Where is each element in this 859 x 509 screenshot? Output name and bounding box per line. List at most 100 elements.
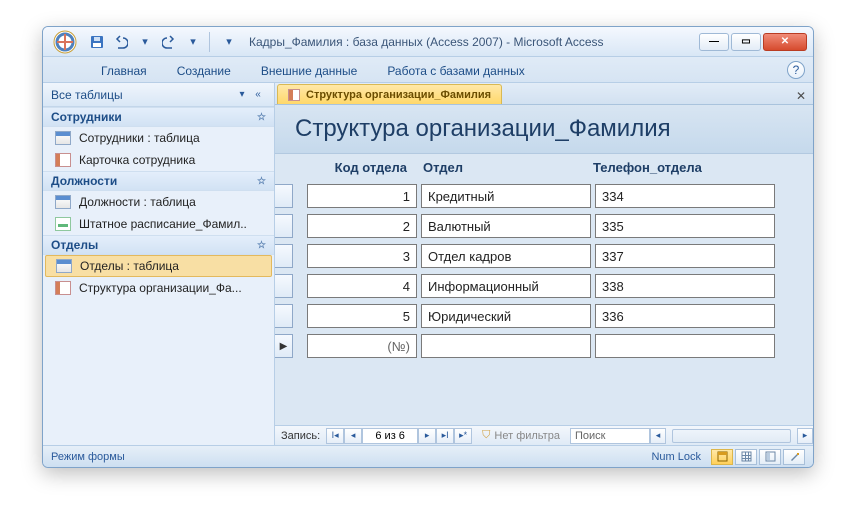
ribbon-tabs: Главная Создание Внешние данные Работа с… bbox=[43, 57, 813, 83]
content-area: Все таблицы ▾ « Сотрудники☆ Сотрудники :… bbox=[43, 83, 813, 445]
record-nav-label: Запись: bbox=[275, 430, 326, 442]
nav-group-label: Должности bbox=[51, 174, 117, 188]
nav-pane-title: Все таблицы bbox=[51, 88, 234, 102]
hscroll-left-button[interactable]: ◂ bbox=[650, 428, 666, 444]
first-record-button[interactable]: I◂ bbox=[326, 428, 344, 444]
record-counter[interactable]: 6 из 6 bbox=[362, 428, 418, 444]
maximize-button[interactable]: ▭ bbox=[731, 33, 761, 51]
report-icon bbox=[55, 217, 71, 231]
nav-item-employees-table[interactable]: Сотрудники : таблица bbox=[43, 127, 274, 149]
nav-group-positions[interactable]: Должности ☆ bbox=[43, 171, 274, 191]
new-record-button[interactable]: ▸* bbox=[454, 428, 472, 444]
status-mode: Режим формы bbox=[51, 451, 125, 463]
cell-dept[interactable]: Валютный bbox=[421, 214, 591, 238]
table-icon bbox=[55, 195, 71, 209]
record-row: 3 Отдел кадров 337 bbox=[275, 241, 813, 271]
nav-item-label: Сотрудники : таблица bbox=[79, 131, 200, 145]
filter-label: Нет фильтра bbox=[494, 430, 560, 442]
record-row: 5 Юридический 336 bbox=[275, 301, 813, 331]
cell-dept[interactable]: Информационный bbox=[421, 274, 591, 298]
record-selector-current[interactable]: ▶ bbox=[275, 334, 293, 358]
cell-code[interactable]: 1 bbox=[307, 184, 417, 208]
document-tab-label: Структура организации_Фамилия bbox=[306, 89, 491, 101]
layout-view-button[interactable] bbox=[759, 449, 781, 465]
nav-item-label: Должности : таблица bbox=[79, 195, 196, 209]
cell-code-new[interactable]: (№) bbox=[307, 334, 417, 358]
table-icon bbox=[55, 131, 71, 145]
form-title: Структура организации_Фамилия bbox=[275, 105, 813, 154]
undo-more-button[interactable]: ▾ bbox=[135, 32, 155, 52]
window-controls: — ▭ ✕ bbox=[699, 33, 807, 51]
table-icon bbox=[56, 259, 72, 273]
cell-code[interactable]: 2 bbox=[307, 214, 417, 238]
form-view-button[interactable] bbox=[711, 449, 733, 465]
app-window: ▾ ▾ ▾ Кадры_Фамилия : база данных (Acces… bbox=[42, 26, 814, 468]
hscroll-right-button[interactable]: ▸ bbox=[797, 428, 813, 444]
cell-phone-new[interactable] bbox=[595, 334, 775, 358]
save-button[interactable] bbox=[87, 32, 107, 52]
datasheet-view-button[interactable] bbox=[735, 449, 757, 465]
hscroll-track[interactable] bbox=[672, 429, 791, 443]
cell-dept[interactable]: Кредитный bbox=[421, 184, 591, 208]
window-title: Кадры_Фамилия : база данных (Access 2007… bbox=[249, 35, 699, 49]
record-selector[interactable] bbox=[275, 274, 293, 298]
ribbon-tab-dbtools[interactable]: Работа с базами данных bbox=[381, 60, 530, 82]
undo-button[interactable] bbox=[111, 32, 131, 52]
nav-item-org-structure-form[interactable]: Структура организации_Фа... bbox=[43, 277, 274, 299]
office-button[interactable] bbox=[49, 29, 81, 55]
filter-icon: ⛉ bbox=[482, 429, 490, 442]
cell-phone[interactable]: 338 bbox=[595, 274, 775, 298]
design-view-button[interactable] bbox=[783, 449, 805, 465]
record-search-input[interactable]: Поиск bbox=[570, 428, 650, 444]
cell-code[interactable]: 4 bbox=[307, 274, 417, 298]
cell-phone[interactable]: 334 bbox=[595, 184, 775, 208]
cell-phone[interactable]: 337 bbox=[595, 244, 775, 268]
ribbon-tab-external[interactable]: Внешние данные bbox=[255, 60, 364, 82]
nav-dropdown-button[interactable]: ▾ bbox=[234, 87, 250, 103]
redo-more-button[interactable]: ▾ bbox=[183, 32, 203, 52]
nav-group-label: Отделы bbox=[51, 238, 98, 252]
cell-code[interactable]: 3 bbox=[307, 244, 417, 268]
nav-group-departments[interactable]: Отделы ☆ bbox=[43, 235, 274, 255]
cell-phone[interactable]: 335 bbox=[595, 214, 775, 238]
nav-item-label: Структура организации_Фа... bbox=[79, 281, 242, 295]
ribbon-tab-home[interactable]: Главная bbox=[95, 60, 153, 82]
cell-dept[interactable]: Юридический bbox=[421, 304, 591, 328]
chevron-up-icon: ☆ bbox=[257, 240, 266, 251]
nav-item-staffing-report[interactable]: Штатное расписание_Фамил.. bbox=[43, 213, 274, 235]
nav-item-positions-table[interactable]: Должности : таблица bbox=[43, 191, 274, 213]
record-selector[interactable] bbox=[275, 184, 293, 208]
nav-item-departments-table[interactable]: Отделы : таблица bbox=[45, 255, 272, 277]
qat-customize-button[interactable]: ▾ bbox=[219, 32, 239, 52]
filter-indicator[interactable]: ⛉ Нет фильтра bbox=[482, 429, 560, 442]
record-row: 4 Информационный 338 bbox=[275, 271, 813, 301]
prev-record-button[interactable]: ◂ bbox=[344, 428, 362, 444]
ribbon-tab-create[interactable]: Создание bbox=[171, 60, 237, 82]
close-button[interactable]: ✕ bbox=[763, 33, 807, 51]
chevron-up-icon: ☆ bbox=[257, 176, 266, 187]
cell-dept-new[interactable] bbox=[421, 334, 591, 358]
nav-item-employee-card[interactable]: Карточка сотрудника bbox=[43, 149, 274, 171]
minimize-button[interactable]: — bbox=[699, 33, 729, 51]
document-tab-org-structure[interactable]: Структура организации_Фамилия bbox=[277, 84, 502, 104]
document-tabs: Структура организации_Фамилия ✕ bbox=[275, 83, 813, 105]
record-row: 1 Кредитный 334 bbox=[275, 181, 813, 211]
document-area: Структура организации_Фамилия ✕ Структур… bbox=[275, 83, 813, 445]
next-record-button[interactable]: ▸ bbox=[418, 428, 436, 444]
record-selector[interactable] bbox=[275, 214, 293, 238]
cell-code[interactable]: 5 bbox=[307, 304, 417, 328]
nav-pane-header[interactable]: Все таблицы ▾ « bbox=[43, 83, 274, 107]
nav-item-label: Карточка сотрудника bbox=[79, 153, 195, 167]
cell-phone[interactable]: 336 bbox=[595, 304, 775, 328]
nav-collapse-button[interactable]: « bbox=[250, 87, 266, 103]
last-record-button[interactable]: ▸I bbox=[436, 428, 454, 444]
nav-group-employees[interactable]: Сотрудники☆ bbox=[43, 107, 274, 127]
document-close-button[interactable]: ✕ bbox=[793, 88, 809, 104]
chevron-up-icon: ☆ bbox=[257, 112, 266, 123]
help-button[interactable]: ? bbox=[787, 61, 805, 79]
redo-button[interactable] bbox=[159, 32, 179, 52]
cell-dept[interactable]: Отдел кадров bbox=[421, 244, 591, 268]
record-selector[interactable] bbox=[275, 304, 293, 328]
record-selector[interactable] bbox=[275, 244, 293, 268]
record-row: 2 Валютный 335 bbox=[275, 211, 813, 241]
